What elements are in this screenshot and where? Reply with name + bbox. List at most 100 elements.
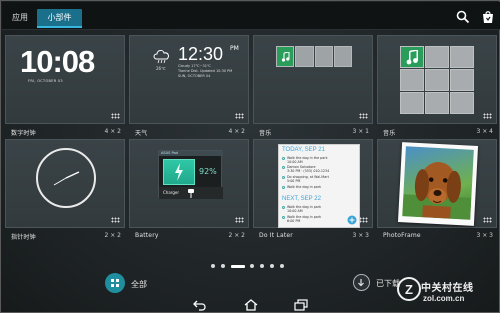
page-dot-active[interactable] [231,264,245,268]
widget-preview [253,35,373,124]
widget-digital-clock[interactable]: 10:08 FRI, OCTOBER 03 数字时钟 4 × 2 [5,35,127,138]
task-item-sub: 10:00 AM [287,209,303,213]
search-icon[interactable] [456,10,470,24]
page-dot[interactable] [211,264,215,268]
active-tab-indicator [37,26,82,28]
page-indicator [211,263,291,269]
widget-photo-frame[interactable]: PhotoFrame 3 × 3 [377,139,499,242]
widget-picker-screen: 应用 小部件 10:08 FRI, OCTOBER 03 数字时钟 4 × 2 [0,0,500,313]
page-dot[interactable] [280,264,284,268]
watermark-brand: 中关村在线 [421,283,474,294]
charging-bolt-icon [175,163,183,181]
task-item: Walk the dog in park [287,185,322,189]
weather-line: Cloudy 17℃~31℃ [178,64,211,68]
tab-widgets[interactable]: 小部件 [37,9,82,27]
widget-size: 3 × 3 [476,232,493,239]
clock-time: 10:08 [20,44,95,79]
task-item-sub: 3:30 PM · (555) 010-1234 [287,169,330,173]
task-check-icon [282,206,285,209]
widget-music-small[interactable]: 音乐 3 × 1 [253,35,375,138]
plug-icon [188,189,194,198]
widget-battery[interactable]: ASUS Pad 92% Charger Battery 2 × 2 [129,139,251,242]
widget-do-it-later[interactable]: TODAY, SEP 21 Walk the dog in the park 1… [253,139,375,242]
page-dot[interactable] [260,264,264,268]
widget-preview: ASUS Pad 92% Charger [129,139,249,228]
page-dot[interactable] [250,264,254,268]
grid-dots-icon [359,217,368,223]
analog-clock-face [36,148,96,208]
weather-ampm: PM [230,45,239,52]
weather-temp: 26℃ [156,66,166,71]
task-day-heading: NEXT, SEP 22 [282,196,321,202]
widget-size: 2 × 2 [228,232,245,239]
weather-line: Tianhe Dist. Updated 10:30 PM [178,69,233,73]
grid-dots-icon [359,113,368,119]
widget-size: 3 × 3 [352,232,369,239]
widget-label: 天气 [135,130,148,137]
grid-dots-icon [111,113,120,119]
all-widgets-label[interactable]: 全部 [131,279,147,290]
page-dot[interactable] [221,264,225,268]
top-bar: 应用 小部件 [2,2,500,30]
widget-analog-clock[interactable]: 指针时钟 2 × 2 [5,139,127,242]
widget-weather[interactable]: 26℃ 12:30 PM Cloudy 17℃~31℃ Tianhe Dist.… [129,35,251,138]
page-dot[interactable] [270,264,274,268]
dog-photo [402,146,474,220]
widget-music-large[interactable]: 音乐 3 × 4 [377,35,499,138]
all-widgets-button[interactable] [105,273,125,293]
battery-card: ASUS Pad 92% Charger [158,150,223,199]
watermark-url: zol.com.cn [423,294,465,303]
widget-size: 4 × 2 [104,128,121,135]
tab-apps[interactable]: 应用 [6,10,34,26]
widget-label: 数字时钟 [11,130,36,137]
download-icon [358,279,364,287]
back-icon[interactable] [193,299,207,311]
task-check-icon [282,157,285,160]
zol-logo-icon: Z [397,277,421,301]
music-note-icon [400,46,424,68]
dachshund-image [402,162,472,220]
task-item-sub: 5:00 PM [287,179,301,183]
charger-label: Charger [163,190,179,195]
task-check-icon [282,176,285,179]
task-check-icon [282,186,285,189]
grid-dots-icon [235,113,244,119]
grid-dots-icon [235,217,244,223]
grid-dots-icon [483,113,492,119]
widget-label: Battery [135,232,159,239]
task-item-sub: 10:00 AM [287,160,303,164]
battery-percent: 92% [199,167,217,176]
clock-date: FRI, OCTOBER 03 [28,79,63,83]
store-icon[interactable] [481,10,495,24]
battery-level [163,159,195,185]
widget-preview: 10:08 FRI, OCTOBER 03 [5,35,125,124]
svg-text:Z: Z [405,282,413,297]
widget-size: 3 × 1 [352,128,369,135]
weather-time: 12:30 [178,44,224,64]
cloud-rain-icon [153,50,169,64]
widget-size: 4 × 2 [228,128,245,135]
task-item-sub: 6:00 PM [287,219,301,223]
widget-preview [5,139,125,228]
task-check-icon [282,166,285,169]
downloaded-button[interactable] [353,274,370,291]
recent-apps-icon[interactable] [294,299,308,311]
music-grid [400,46,474,114]
widget-preview: 26℃ 12:30 PM Cloudy 17℃~31℃ Tianhe Dist.… [129,35,249,124]
watermark: Z 中关村在线 zol.com.cn [395,271,499,311]
widget-preview [377,139,497,228]
widget-preview [377,35,497,124]
widget-size: 2 × 2 [104,232,121,239]
widget-label: 音乐 [259,130,272,137]
photo-frame [397,142,479,226]
music-note-icon [276,46,295,67]
widget-size: 3 × 4 [476,128,493,135]
task-list-card: TODAY, SEP 21 Walk the dog in the park 1… [278,144,360,228]
home-icon[interactable] [244,299,258,311]
battery-header: ASUS Pad [159,151,223,156]
widget-label: Do It Later [259,232,293,239]
weather-line: SUN, OCTOBER 04 [178,74,211,78]
widget-preview: TODAY, SEP 21 Walk the dog in the park 1… [253,139,373,228]
grid-dots-icon [111,217,120,223]
grid-icon [111,279,119,287]
